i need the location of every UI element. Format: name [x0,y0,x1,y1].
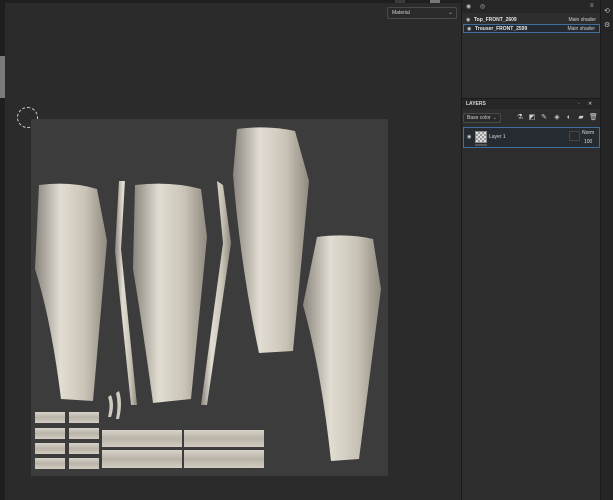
viewport-mode-select[interactable]: Material ⌄ [387,7,457,19]
texture-set-row-selected[interactable]: ◉ Trouser_FRONT_2599 Main shader [463,24,600,33]
close-icon[interactable]: ✕ [588,99,592,110]
smart-material-icon[interactable]: ⚗ [516,114,524,122]
mask-icon[interactable]: ◩ [528,114,536,122]
chevron-down-icon: ⌄ [492,115,497,121]
uv-texture-canvas[interactable] [31,119,388,476]
uv-island-small-2 [116,391,121,419]
layer-row[interactable]: ◉ Layer 1 Norm 100 [463,127,600,148]
uv-island-trouser-front-left [233,127,309,354]
folder-icon[interactable]: ▰ [577,114,585,122]
uv-island-small-1 [108,395,113,417]
layer-blend-mode[interactable]: Norm [582,130,594,136]
channel-select-label: Base color [467,115,491,121]
layer-name[interactable]: Layer 1 [489,134,506,140]
layers-panel-header: LAYERS ▫ ✕ [462,98,600,109]
tab-stub-active[interactable] [430,0,440,3]
right-dock-panel: ◉ ◎ ≡ ◉ Top_FRONT_2609 Main shader ◉ Tro… [461,0,600,500]
delete-icon[interactable]: 🗑 [589,114,598,122]
left-dock-scroll-thumb[interactable] [0,56,5,98]
history-icon[interactable]: ⟲ [604,8,611,15]
uv-island-trouser-front-right [303,235,381,461]
chevron-down-icon: ⌄ [447,10,453,16]
maximize-icon[interactable]: ▫ [578,99,580,110]
settings-icon[interactable]: ⚙ [604,22,611,29]
uv-island-trouser-back-right [133,183,207,403]
uv-islands [35,127,381,469]
uv-island-strip-2 [201,181,231,405]
viewport-3d[interactable]: Material ⌄ [0,0,461,500]
effect-icon[interactable]: ◐ [565,114,573,122]
eye-icon[interactable]: ◎ [480,3,485,10]
layer-opacity[interactable]: 100 [584,139,592,145]
fill-icon[interactable]: ◈ [553,114,561,122]
paint-icon[interactable]: ✎ [540,114,548,122]
layers-panel-title: LAYERS [466,101,486,107]
right-toolbar: ⟲ ⚙ [600,0,613,500]
visibility-icon[interactable]: ◉ [466,3,471,10]
tab-stub[interactable] [395,0,405,3]
viewport-mode-label: Material [392,10,410,16]
channel-select[interactable]: Base color ⌄ [463,113,501,123]
texture-set-header: ◉ ◎ ≡ [462,0,600,13]
eye-icon[interactable]: ◉ [467,134,471,140]
top-tab-strip [5,0,461,3]
eye-icon[interactable]: ◉ [467,25,471,34]
left-dock-strip [0,0,5,500]
list-icon[interactable]: ≡ [590,3,594,9]
layer-thumbnail [475,131,487,143]
uv-island-waistbands [35,412,264,469]
uv-island-strip [115,181,137,405]
layer-thumbnail-bar [475,144,487,146]
texture-set-shader[interactable]: Main shader [567,25,595,34]
uv-island-trouser-back-left [35,183,107,401]
layer-mask-slot[interactable] [569,131,580,141]
texture-set-name: Trouser_FRONT_2599 [475,26,528,32]
